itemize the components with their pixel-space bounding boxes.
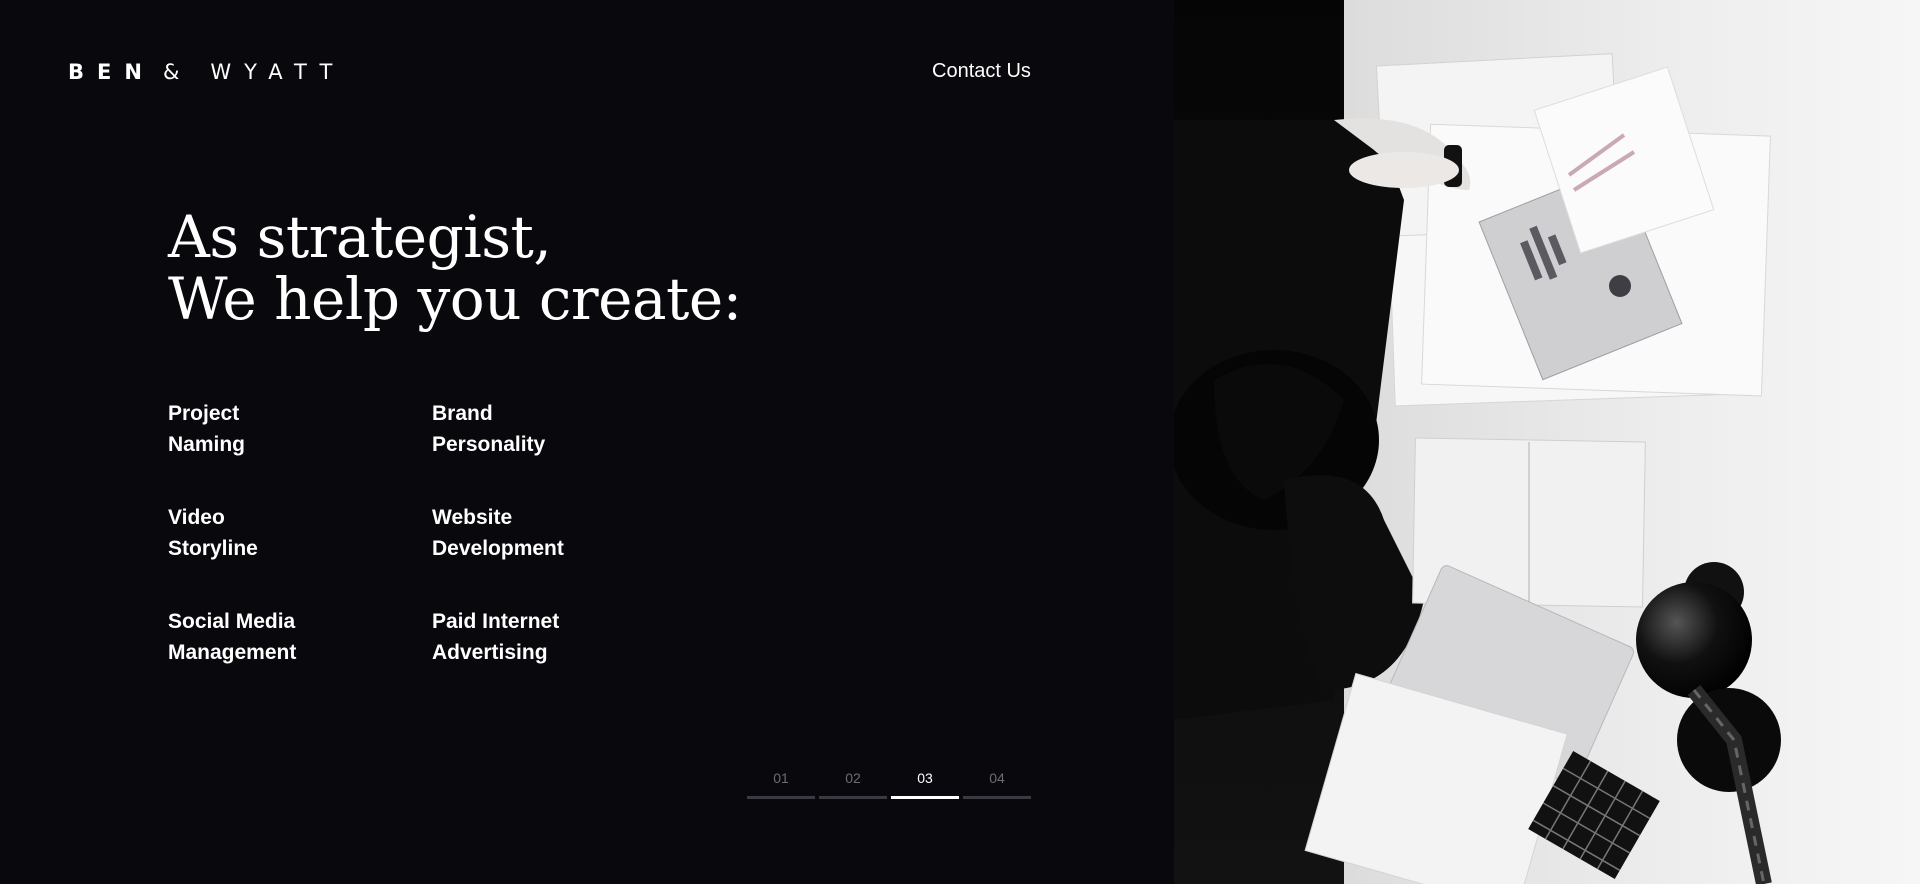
service-label-line-2: Management xyxy=(168,641,297,664)
page-title: As strategist, We help you create: xyxy=(168,206,742,330)
service-label-line-1: Website xyxy=(432,506,513,529)
contact-us-link[interactable]: Contact Us xyxy=(932,60,1031,83)
pager-item-01[interactable]: 01 xyxy=(747,770,815,799)
service-label-line-1: Project xyxy=(168,402,240,425)
service-video-storyline[interactable]: Video Storyline xyxy=(168,502,432,564)
service-label-line-2: Advertising xyxy=(432,641,548,664)
service-label-line-2: Naming xyxy=(168,433,246,456)
pager-item-02[interactable]: 02 xyxy=(819,770,887,799)
pager-number: 01 xyxy=(773,770,789,786)
pager-bar xyxy=(963,796,1031,799)
service-project-naming[interactable]: Project Naming xyxy=(168,398,432,460)
service-label-line-2: Storyline xyxy=(168,537,258,560)
service-website-development[interactable]: Website Development xyxy=(432,502,696,564)
desk-photo-icon xyxy=(1174,0,1920,884)
content-panel: BEN & WYATT Contact Us As strategist, We h… xyxy=(0,0,1174,884)
pager-bar xyxy=(747,796,815,799)
pager-number: 02 xyxy=(845,770,861,786)
pager-number: 03 xyxy=(917,770,933,786)
service-label-line-1: Paid Internet xyxy=(432,610,560,633)
service-label-line-2: Personality xyxy=(432,433,546,456)
pager-item-03[interactable]: 03 xyxy=(891,770,959,799)
service-brand-personality[interactable]: Brand Personality xyxy=(432,398,696,460)
service-paid-internet-advertising[interactable]: Paid Internet Advertising xyxy=(432,606,696,668)
slide-pager: 01 02 03 04 xyxy=(747,770,1031,799)
brand-ampersand: & xyxy=(162,60,193,84)
pager-bar xyxy=(891,796,959,799)
services-list: Project Naming Brand Personality Video S… xyxy=(168,398,728,668)
headline-line-1: As strategist, xyxy=(168,203,552,271)
page: BEN & WYATT Contact Us As strategist, We h… xyxy=(0,0,1920,884)
pager-number: 04 xyxy=(989,770,1005,786)
brand-logo[interactable]: BEN & WYATT xyxy=(68,60,345,84)
service-label-line-1: Video xyxy=(168,506,225,529)
hero-photo xyxy=(1174,0,1920,884)
headline-line-2: We help you create: xyxy=(168,265,742,333)
service-social-media-management[interactable]: Social Media Management xyxy=(168,606,432,668)
pager-bar xyxy=(819,796,887,799)
brand-word-1: BEN xyxy=(68,60,155,84)
pager-item-04[interactable]: 04 xyxy=(963,770,1031,799)
service-label-line-1: Social Media xyxy=(168,610,296,633)
service-label-line-2: Development xyxy=(432,537,564,560)
service-label-line-1: Brand xyxy=(432,402,493,425)
brand-word-2: WYATT xyxy=(210,60,346,84)
